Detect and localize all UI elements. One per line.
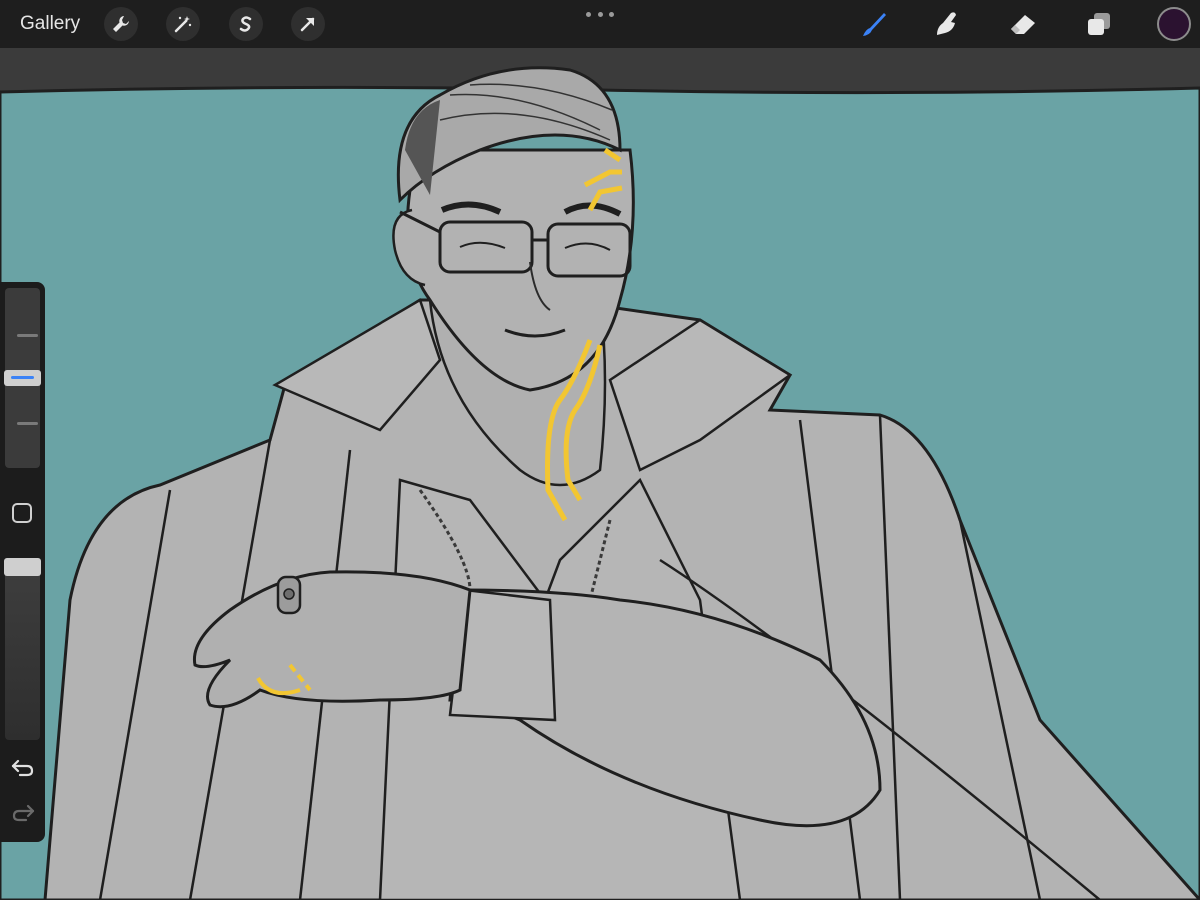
undo-button[interactable] (10, 757, 36, 779)
artwork (0, 44, 1200, 900)
opacity-thumb[interactable] (4, 558, 41, 576)
dot-icon (609, 11, 614, 17)
dot-icon (597, 11, 603, 17)
smudge-finger-icon (937, 12, 956, 36)
procreate-app: Gallery (0, 0, 1200, 900)
dot-icon (586, 11, 591, 17)
more-options-button[interactable] (586, 8, 614, 20)
left-sidebar (0, 282, 45, 842)
selection-button[interactable] (229, 7, 263, 41)
layers-button[interactable] (1082, 8, 1116, 40)
brush-icon (863, 13, 886, 36)
smudge-tool-button[interactable] (929, 8, 963, 40)
adjustments-button[interactable] (166, 7, 200, 41)
opacity-slider[interactable] (5, 564, 40, 740)
brush-size-thumb[interactable] (4, 370, 41, 386)
top-toolbar: Gallery (0, 0, 1200, 48)
active-indicator (11, 376, 34, 379)
magic-wand-icon (174, 16, 192, 33)
brush-tool-button[interactable] (856, 8, 890, 40)
layers-icon (1088, 13, 1110, 35)
square-modify-icon[interactable] (12, 503, 32, 523)
transform-button[interactable] (291, 7, 325, 41)
wrench-icon (113, 16, 129, 32)
redo-arrow-icon (12, 804, 35, 822)
selection-s-icon (239, 16, 252, 32)
redo-button[interactable] (10, 802, 36, 824)
color-picker-button[interactable] (1157, 7, 1191, 41)
drawing-canvas[interactable] (0, 0, 1200, 900)
eraser-tool-button[interactable] (1006, 8, 1040, 40)
undo-arrow-icon (11, 759, 34, 777)
slider-tick (17, 422, 38, 425)
actions-button[interactable] (104, 7, 138, 41)
eraser-icon (1011, 15, 1035, 34)
slider-tick (17, 334, 38, 337)
gallery-button[interactable]: Gallery (20, 10, 80, 38)
transform-arrow-icon (300, 17, 315, 32)
